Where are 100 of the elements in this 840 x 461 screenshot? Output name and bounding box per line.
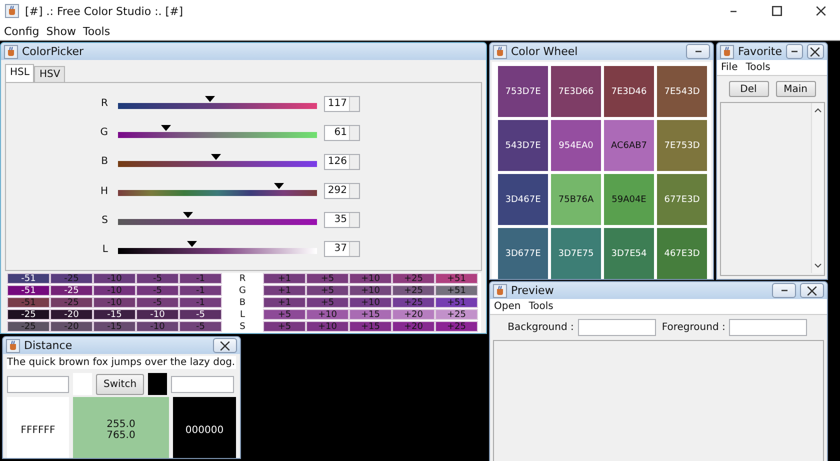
adjust-cell[interactable]: -51 — [7, 273, 50, 284]
adjust-cell[interactable]: +5 — [306, 297, 349, 308]
color-swatch[interactable]: AC6AB7 — [604, 120, 654, 171]
value-spinner[interactable]: 37 — [324, 241, 360, 258]
value-spinner[interactable]: 35 — [324, 212, 360, 228]
color-swatch[interactable]: 59A04E — [604, 174, 654, 225]
color-swatch[interactable]: 543D7E — [498, 120, 548, 171]
adjust-cell[interactable]: +15 — [349, 309, 392, 320]
adjust-cell[interactable]: +25 — [435, 309, 478, 320]
value-spinner[interactable]: 117 — [324, 96, 360, 112]
adjust-cell[interactable]: +20 — [392, 321, 435, 332]
adjust-cell[interactable]: -20 — [50, 321, 93, 332]
color-swatch[interactable]: 7E3D46 — [604, 66, 654, 117]
adjust-cell[interactable]: +5 — [263, 309, 306, 320]
app-icon — [5, 4, 19, 18]
adjust-cell[interactable]: -1 — [179, 297, 222, 308]
tab[interactable]: HSL — [5, 64, 34, 82]
sample-sentence: The quick brown fox jumps over the lazy dog. — [7, 356, 236, 369]
adjust-cell[interactable]: -5 — [179, 309, 222, 320]
adjust-cell[interactable]: -25 — [7, 321, 50, 332]
menu-item[interactable]: Tools — [82, 24, 110, 38]
adjust-cell[interactable]: +25 — [392, 297, 435, 308]
color-field[interactable] — [729, 319, 808, 336]
adjust-cell[interactable]: -10 — [136, 309, 179, 320]
color-swatch[interactable]: 3D7E54 — [604, 228, 654, 279]
adjust-cell[interactable]: -10 — [136, 321, 179, 332]
action-button[interactable]: Main — [776, 81, 816, 97]
adjust-cell[interactable]: +10 — [349, 285, 392, 296]
menu-item[interactable]: File — [721, 62, 738, 73]
slider-label: H — [99, 186, 109, 197]
color-swatch[interactable]: 7E3D66 — [551, 66, 601, 117]
slider-thumb[interactable] — [186, 241, 197, 248]
adjust-cell[interactable]: +15 — [349, 321, 392, 332]
adjust-cell[interactable]: +10 — [349, 273, 392, 284]
menu-item[interactable]: Tools — [746, 62, 770, 73]
menu-item[interactable]: Open — [494, 301, 521, 312]
adjust-cell[interactable]: +51 — [435, 285, 478, 296]
slider-thumb[interactable] — [182, 212, 193, 218]
adjust-cell[interactable]: -51 — [7, 285, 50, 296]
frame-title: Color Wheel — [511, 45, 579, 58]
adjust-cell[interactable]: +5 — [306, 273, 349, 284]
close-button[interactable] — [213, 338, 237, 353]
color-field[interactable] — [7, 376, 69, 392]
menu-item[interactable]: Tools — [528, 301, 554, 312]
slider-thumb[interactable] — [210, 154, 220, 160]
adjust-cell[interactable]: -15 — [93, 309, 136, 320]
color-swatch[interactable]: 7E543D — [657, 66, 707, 117]
close-icon — [816, 6, 826, 16]
color-swatch[interactable]: 753D7E — [498, 66, 548, 117]
color-field[interactable] — [171, 376, 234, 392]
adjust-cell[interactable]: +25 — [392, 273, 435, 284]
adjust-cell[interactable]: +20 — [392, 309, 435, 320]
adjust-cell[interactable]: +25 — [392, 285, 435, 296]
value-spinner[interactable]: 61 — [324, 124, 360, 141]
adjust-cell[interactable]: +5 — [306, 285, 349, 296]
minimize-icon — [728, 10, 738, 12]
value-spinner[interactable]: 292 — [324, 183, 360, 200]
color-swatch[interactable]: 3D467E — [498, 174, 548, 225]
close-button[interactable] — [800, 283, 824, 298]
adjust-cell[interactable]: +10 — [306, 309, 349, 320]
scrollbar[interactable] — [811, 103, 824, 273]
action-button[interactable]: Del — [728, 81, 768, 97]
color-swatch[interactable]: 3D7E75 — [551, 228, 601, 279]
color-swatch[interactable]: 75B76A — [551, 174, 601, 225]
row-label: G — [238, 285, 247, 297]
color-field[interactable] — [578, 319, 656, 336]
slider-thumb[interactable] — [204, 96, 215, 102]
adjust-cell[interactable]: -25 — [7, 309, 50, 320]
slider-thumb[interactable] — [160, 124, 171, 131]
minimize-button[interactable] — [786, 44, 803, 59]
tab[interactable]: HSV — [34, 66, 66, 82]
field-label: Foreground : — [662, 322, 726, 333]
adjust-cell[interactable]: +10 — [349, 297, 392, 308]
color-swatch[interactable]: 677E3D — [657, 174, 707, 225]
app-icon — [493, 284, 507, 298]
close-button[interactable] — [806, 44, 824, 59]
row-label: S — [238, 321, 246, 333]
color-swatch[interactable]: 467E3D — [657, 228, 707, 279]
adjust-cell[interactable]: +51 — [435, 297, 478, 308]
menu-item[interactable]: Config — [4, 24, 40, 38]
window-title: [#] .: Free Color Studio :. [#] — [25, 4, 184, 18]
adjust-cell[interactable]: +1 — [263, 285, 306, 296]
adjust-cell[interactable]: -20 — [50, 309, 93, 320]
color-swatch[interactable]: 3D677E — [498, 228, 548, 279]
adjust-cell[interactable]: +51 — [435, 273, 478, 284]
adjust-cell[interactable]: -5 — [179, 321, 222, 332]
color-swatch[interactable]: 954EA0 — [551, 120, 601, 171]
row-label: L — [238, 309, 246, 321]
menu-item[interactable]: Show — [46, 24, 76, 38]
adjust-cell[interactable]: +1 — [263, 273, 306, 284]
value-spinner[interactable]: 126 — [324, 154, 360, 170]
app-icon — [6, 338, 20, 352]
switch-button[interactable]: Switch — [96, 374, 144, 394]
slider-thumb[interactable] — [274, 183, 284, 190]
adjust-cell[interactable]: +25 — [435, 321, 478, 332]
adjust-cell[interactable]: -15 — [93, 321, 136, 332]
adjust-cell[interactable]: -25 — [50, 285, 93, 296]
adjust-cell[interactable]: +10 — [306, 321, 349, 332]
adjust-cell[interactable]: +1 — [263, 297, 306, 308]
color-swatch[interactable]: 7E753D — [657, 120, 707, 171]
